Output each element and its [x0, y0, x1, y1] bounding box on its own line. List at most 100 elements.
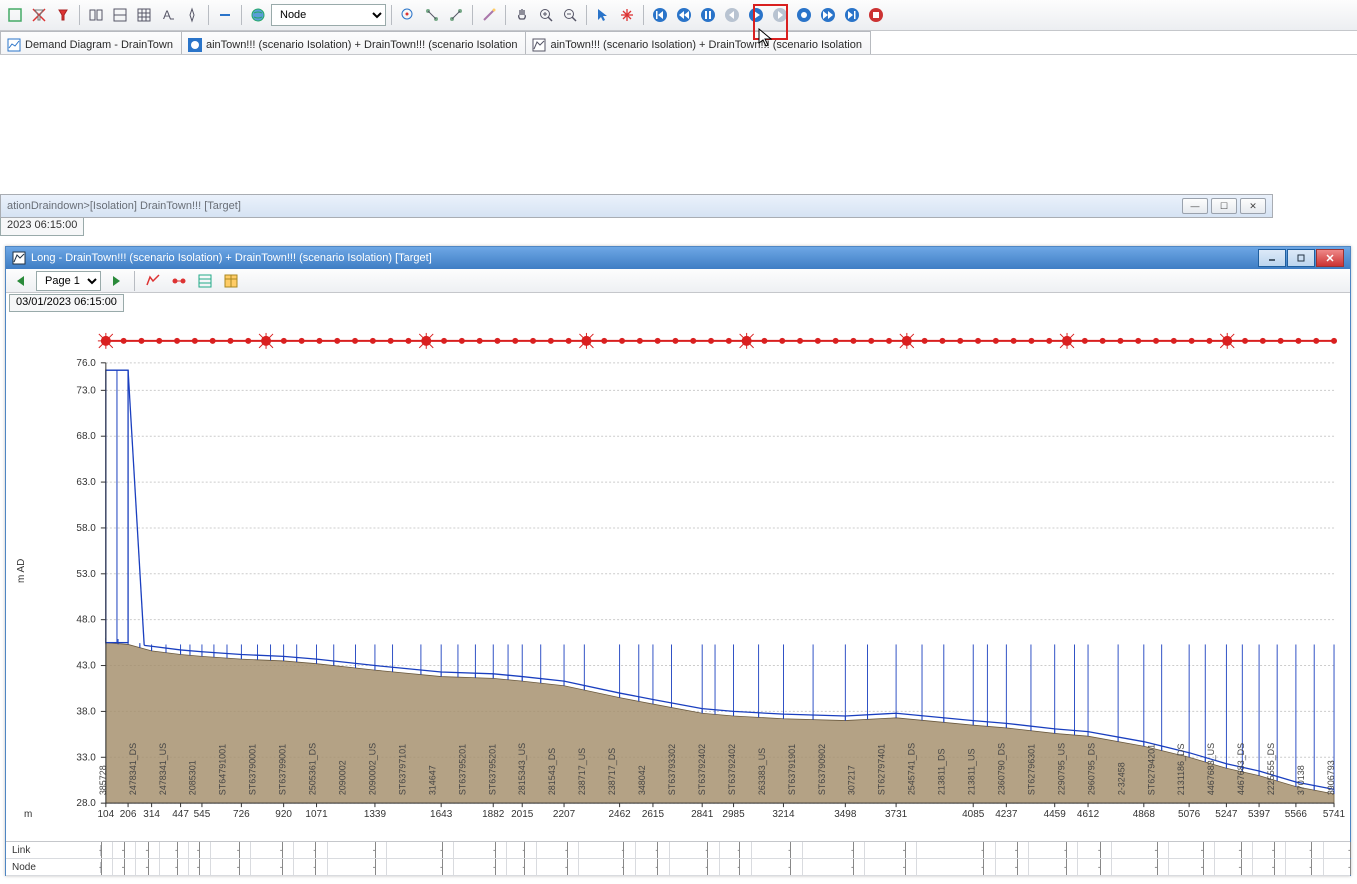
node-row-label: Node [6, 862, 101, 873]
svg-text:2207: 2207 [553, 809, 576, 820]
minimize-button[interactable]: — [1182, 198, 1208, 214]
tab-label: Demand Diagram - DrainTown [25, 39, 173, 51]
long-section-toolbar: Page 1 [6, 269, 1350, 293]
svg-text:2841: 2841 [691, 809, 714, 820]
rewind-icon[interactable] [673, 4, 695, 26]
node-selector-combo[interactable]: Node [271, 4, 386, 26]
svg-text:238717_DS: 238717_DS [607, 748, 617, 795]
tab-draintown-1[interactable]: ainTown!!! (scenario Isolation) + DrainT… [181, 31, 527, 54]
svg-text:ST63793302: ST63793302 [667, 744, 677, 795]
maximize-button[interactable]: ☐ [1211, 198, 1237, 214]
wand-icon[interactable] [478, 4, 500, 26]
table-1-icon[interactable] [194, 270, 216, 292]
svg-text:ST63790001: ST63790001 [248, 744, 258, 795]
layout-2-icon[interactable] [109, 4, 131, 26]
close-button[interactable] [1316, 249, 1344, 267]
long-section-titlebar[interactable]: Long - DrainTown!!! (scenario Isolation)… [6, 247, 1350, 269]
rewind-start-icon[interactable] [649, 4, 671, 26]
svg-text:5076: 5076 [1178, 809, 1201, 820]
prev-page-icon[interactable] [10, 270, 32, 292]
svg-text:307217: 307217 [847, 765, 857, 795]
svg-text:2985: 2985 [722, 809, 745, 820]
svg-text:2360790_DS: 2360790_DS [997, 743, 1007, 795]
minus-icon[interactable] [214, 4, 236, 26]
step-forward-icon[interactable] [769, 4, 791, 26]
link-row-label: Link [6, 845, 101, 856]
bottom-info-grid: Link------------------------------ Node-… [6, 841, 1350, 875]
filter-off-icon[interactable] [28, 4, 50, 26]
svg-text:ST62794201: ST62794201 [1146, 744, 1156, 795]
maximize-button[interactable] [1287, 249, 1315, 267]
burst-icon[interactable] [616, 4, 638, 26]
tab-demand-diagram[interactable]: Demand Diagram - DrainTown [0, 31, 182, 54]
pause-icon[interactable] [697, 4, 719, 26]
svg-text:213811_US: 213811_US [967, 749, 977, 796]
svg-text:48.0: 48.0 [76, 615, 96, 626]
forward-end-icon[interactable] [841, 4, 863, 26]
compass-icon[interactable] [181, 4, 203, 26]
tab-draintown-2[interactable]: ainTown!!! (scenario Isolation) + DrainT… [525, 31, 871, 54]
svg-text:73.0: 73.0 [76, 385, 96, 396]
svg-text:2085301: 2085301 [188, 760, 198, 795]
svg-text:447: 447 [172, 809, 189, 820]
svg-text:206: 206 [120, 809, 137, 820]
select-cursor-icon[interactable] [592, 4, 614, 26]
next-page-icon[interactable] [105, 270, 127, 292]
layout-1-icon[interactable] [85, 4, 107, 26]
svg-text:4612: 4612 [1077, 809, 1100, 820]
svg-text:104: 104 [98, 809, 115, 820]
svg-text:314647: 314647 [427, 765, 437, 795]
tool-1-icon[interactable] [4, 4, 26, 26]
link-marker-icon[interactable] [168, 270, 190, 292]
svg-text:ST63795201: ST63795201 [487, 744, 497, 795]
network-1-icon[interactable] [421, 4, 443, 26]
chart-icon [7, 38, 21, 52]
svg-text:58.0: 58.0 [76, 523, 96, 534]
svg-text:2131186_DS: 2131186_DS [1176, 744, 1186, 796]
svg-text:5566: 5566 [1285, 809, 1308, 820]
svg-text:4459: 4459 [1044, 809, 1067, 820]
svg-text:m: m [24, 809, 32, 820]
step-back-icon[interactable] [721, 4, 743, 26]
svg-text:ST63790902: ST63790902 [817, 744, 827, 795]
minimize-button[interactable] [1258, 249, 1286, 267]
svg-text:2-32458: 2-32458 [1116, 762, 1126, 795]
grid-icon[interactable] [133, 4, 155, 26]
stop-icon[interactable] [865, 4, 887, 26]
zoom-out-icon[interactable] [559, 4, 581, 26]
svg-text:38.0: 38.0 [76, 706, 96, 717]
sub-window-timestamp: 2023 06:15:00 [0, 218, 84, 236]
svg-text:ST63792402: ST63792402 [727, 744, 737, 795]
svg-text:76.0: 76.0 [76, 358, 96, 369]
svg-text:1071: 1071 [305, 809, 328, 820]
profile-tab-icon [532, 38, 546, 52]
long-section-timestamp: 03/01/2023 06:15:00 [9, 294, 124, 312]
table-2-icon[interactable] [220, 270, 242, 292]
play-icon[interactable] [745, 4, 767, 26]
svg-text:ST63791901: ST63791901 [787, 744, 797, 795]
svg-text:2615: 2615 [642, 809, 665, 820]
svg-text:314: 314 [143, 809, 160, 820]
target-zoom-icon[interactable] [397, 4, 419, 26]
filter-on-icon[interactable] [52, 4, 74, 26]
svg-text:348042: 348042 [637, 765, 647, 795]
svg-text:726: 726 [233, 809, 250, 820]
globe-icon[interactable] [247, 4, 269, 26]
pan-icon[interactable] [511, 4, 533, 26]
svg-text:2815343_US: 2815343_US [517, 743, 527, 795]
profile-style-icon[interactable] [142, 270, 164, 292]
svg-text:4868: 4868 [1133, 809, 1156, 820]
page-selector[interactable]: Page 1 [36, 271, 101, 291]
globe-tab-icon [188, 38, 202, 52]
text-tool-icon[interactable]: A [157, 4, 179, 26]
close-button[interactable]: ✕ [1240, 198, 1266, 214]
forward-icon[interactable] [817, 4, 839, 26]
sub-window-titlebar: ationDraindown>[Isolation] DrainTown!!! … [0, 194, 1273, 218]
zoom-in-icon[interactable] [535, 4, 557, 26]
svg-text:3214: 3214 [772, 809, 795, 820]
svg-text:370138: 370138 [1296, 765, 1306, 795]
svg-text:213811_DS: 213811_DS [937, 749, 947, 796]
record-icon[interactable] [793, 4, 815, 26]
main-toolbar: A Node [0, 0, 1357, 31]
network-2-icon[interactable] [445, 4, 467, 26]
